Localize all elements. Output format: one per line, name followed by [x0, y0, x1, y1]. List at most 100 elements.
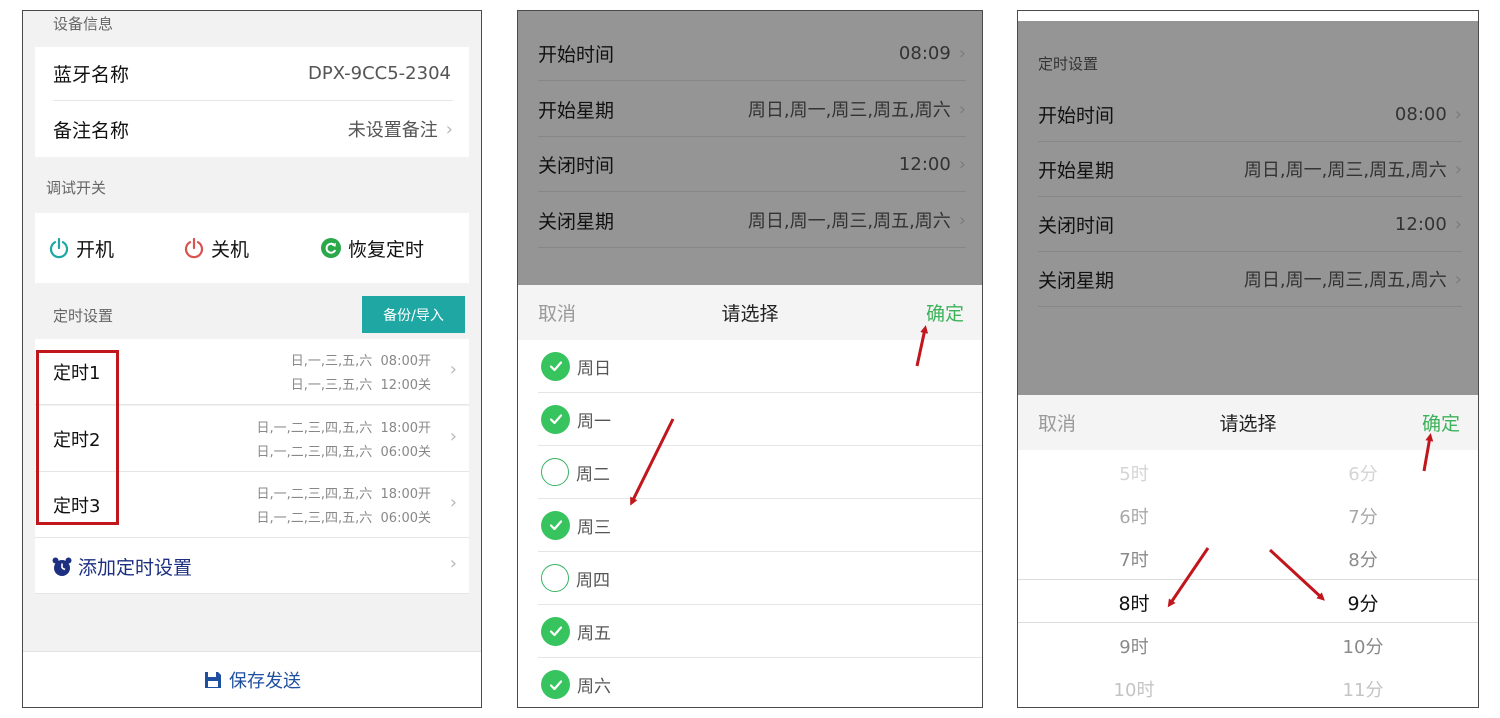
power-off-label: 关机	[211, 238, 250, 261]
alarm-clock-icon	[52, 557, 72, 576]
chevron-right-icon: ›	[1454, 158, 1462, 180]
timer-off-schedule: 日,一,二,三,四,五,六 06:00关	[256, 445, 431, 460]
weekday-option[interactable]: 周四	[538, 552, 982, 605]
minute-option-selected[interactable]: 9分	[1323, 589, 1403, 616]
row-label: 开始时间	[538, 43, 615, 66]
picker-header: 取消 请选择 确定	[518, 285, 982, 340]
minute-option[interactable]: 8分	[1323, 546, 1403, 572]
row-value: 周日,周一,周三,周五,周六	[747, 100, 951, 121]
chevron-right-icon: ›	[1454, 268, 1462, 290]
minute-option[interactable]: 6分	[1323, 460, 1403, 486]
minute-option[interactable]: 11分	[1323, 676, 1403, 702]
picker-selection-line	[1018, 622, 1478, 623]
picker-title: 请选择	[1219, 413, 1277, 435]
note-name-value: 未设置备注	[347, 120, 438, 141]
row-label: 开始星期	[1038, 159, 1115, 182]
confirm-button[interactable]: 确定	[926, 299, 964, 326]
restore-timer-button[interactable]: 恢复定时	[320, 213, 424, 283]
row-label: 关闭星期	[1038, 269, 1115, 292]
power-on-button[interactable]: 开机	[48, 213, 114, 283]
checkmark-icon	[541, 404, 570, 434]
weekday-label: 周四	[576, 570, 610, 591]
refresh-icon	[321, 238, 341, 258]
start-time-row: 开始时间 08:09 ›	[538, 26, 966, 81]
weekday-option[interactable]: 周日	[538, 340, 982, 393]
checkmark-icon	[541, 351, 570, 381]
weekday-label: 周一	[577, 411, 611, 432]
device-info-card: 蓝牙名称 DPX-9CC5-2304 备注名称 未设置备注 ›	[35, 47, 469, 157]
bluetooth-name-value: DPX-9CC5-2304	[308, 63, 451, 84]
row-value: 08:09	[898, 42, 951, 64]
empty-circle-icon	[541, 458, 569, 486]
time-picker-screen: 定时设置 开始时间 08:00 › 开始星期 周日,周一,周三,周五,周六 › …	[1017, 10, 1479, 708]
end-weekday-row: 关闭星期 周日,周一,周三,周五,周六 ›	[538, 193, 966, 248]
dimmed-background: 定时设置 开始时间 08:00 › 开始星期 周日,周一,周三,周五,周六 › …	[1018, 21, 1478, 395]
chevron-right-icon: ›	[958, 153, 966, 175]
chevron-right-icon: ›	[958, 209, 966, 231]
empty-circle-icon	[541, 564, 569, 592]
power-off-button[interactable]: 关机	[183, 213, 249, 283]
backup-import-button[interactable]: 备份/导入	[362, 296, 465, 333]
hour-option[interactable]: 5时	[1094, 460, 1174, 486]
weekday-option[interactable]: 周三	[538, 499, 982, 552]
floppy-disk-icon	[205, 671, 221, 688]
weekday-label: 周二	[576, 464, 610, 485]
picker-selection-line	[1018, 579, 1478, 580]
picker-title: 请选择	[721, 303, 779, 325]
bluetooth-name-row: 蓝牙名称 DPX-9CC5-2304	[53, 47, 453, 101]
weekday-option[interactable]: 周一	[538, 393, 982, 446]
row-value: 周日,周一,周三,周五,周六	[1243, 270, 1447, 291]
weekday-option[interactable]: 周二	[538, 446, 982, 499]
picker-header: 取消 请选择 确定	[1018, 395, 1478, 450]
timer-on-schedule: 日,一,二,三,四,五,六 18:00开	[256, 421, 431, 436]
minute-option[interactable]: 7分	[1323, 503, 1403, 529]
chevron-right-icon: ›	[1454, 103, 1462, 125]
confirm-button[interactable]: 确定	[1422, 409, 1460, 436]
end-time-row: 关闭时间 12:00 ›	[1038, 197, 1462, 252]
bluetooth-name-label: 蓝牙名称	[53, 64, 130, 86]
save-send-button[interactable]: 保存发送	[23, 651, 481, 707]
hour-option[interactable]: 10时	[1094, 676, 1174, 702]
annotation-highlight-box	[36, 350, 119, 525]
power-on-label: 开机	[76, 238, 115, 261]
minute-option[interactable]: 10分	[1323, 633, 1403, 659]
weekday-label: 周六	[577, 677, 611, 697]
chevron-right-icon: ›	[449, 553, 457, 574]
hour-option[interactable]: 6时	[1094, 503, 1174, 529]
power-icon	[49, 237, 69, 259]
timer-on-schedule: 日,一,二,三,四,五,六 18:00开	[256, 487, 431, 502]
chevron-right-icon: ›	[958, 42, 966, 64]
hour-option-selected[interactable]: 8时	[1094, 589, 1174, 616]
timer-settings-heading: 定时设置	[53, 307, 114, 325]
device-info-heading: 设备信息	[53, 15, 114, 33]
timer-list-screen: 设备信息 蓝牙名称 DPX-9CC5-2304 备注名称 未设置备注 › 调试开…	[22, 10, 482, 708]
chevron-right-icon: ›	[1454, 213, 1462, 235]
weekday-option[interactable]: 周六	[538, 658, 982, 707]
row-value: 周日,周一,周三,周五,周六	[1243, 160, 1447, 181]
end-time-row: 关闭时间 12:00 ›	[538, 137, 966, 192]
weekday-option[interactable]: 周五	[538, 605, 982, 658]
weekday-label: 周三	[577, 517, 611, 538]
chevron-right-icon: ›	[449, 492, 457, 513]
row-label: 关闭时间	[1038, 214, 1115, 237]
power-icon	[184, 237, 204, 259]
row-value: 12:00	[898, 153, 951, 175]
debug-switch-card: 开机 关机 恢复定时	[35, 213, 469, 283]
note-name-label: 备注名称	[53, 119, 130, 142]
checkmark-icon	[541, 670, 570, 699]
add-timer-row[interactable]: 添加定时设置 ›	[35, 538, 469, 594]
timer-off-schedule: 日,一,三,五,六 12:00关	[290, 378, 431, 393]
row-label: 开始时间	[1038, 104, 1115, 127]
timer-on-schedule: 日,一,三,五,六 08:00开	[290, 354, 431, 369]
checkmark-icon	[541, 510, 570, 540]
hour-option[interactable]: 7时	[1094, 546, 1174, 572]
note-name-row[interactable]: 备注名称 未设置备注 ›	[53, 102, 453, 156]
start-time-row: 开始时间 08:00 ›	[1038, 87, 1462, 142]
row-label: 开始星期	[538, 99, 615, 122]
chevron-right-icon: ›	[449, 426, 457, 447]
checkmark-icon	[541, 616, 570, 646]
save-send-label: 保存发送	[229, 670, 301, 692]
hour-option[interactable]: 9时	[1094, 633, 1174, 659]
weekday-label: 周五	[577, 623, 611, 644]
weekday-label: 周日	[577, 358, 611, 379]
